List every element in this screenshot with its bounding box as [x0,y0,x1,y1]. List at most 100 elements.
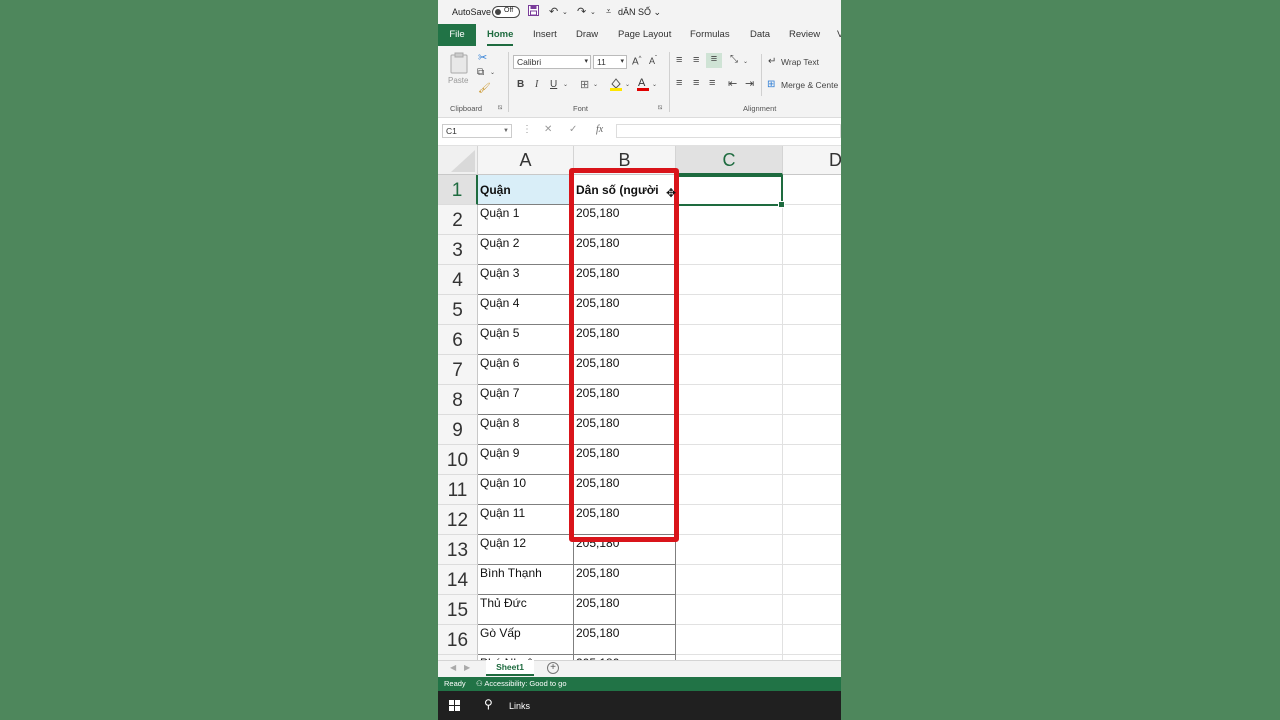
cell-empty[interactable] [676,295,783,325]
cut-icon[interactable]: ✂ [478,51,487,64]
taskbar-links[interactable]: Links [509,701,530,711]
accessibility-status[interactable]: ⚇ Accessibility: Good to go [476,677,567,691]
cell-b1-header[interactable]: Dân số (người [574,175,676,205]
cell-district[interactable]: Quận 11 [478,505,574,535]
cell-population[interactable]: 205,180 [574,295,676,325]
cell-population[interactable]: 205,180 [574,325,676,355]
increase-indent-icon[interactable]: ⇥ [745,77,754,90]
redo-dropdown-icon[interactable]: ⌄ [590,8,596,16]
row-header[interactable]: 7 [438,355,478,385]
cell-empty[interactable] [676,625,783,655]
orientation-dropdown-icon[interactable]: ⌄ [743,58,748,65]
sheet-tab-sheet1[interactable]: Sheet1 [486,660,534,676]
format-painter-icon[interactable]: 🖌 [478,83,491,94]
cell-population[interactable]: 205,180 [574,505,676,535]
cell-empty[interactable] [676,205,783,235]
row-header[interactable]: 16 [438,625,478,655]
column-header-b[interactable]: B [574,146,676,175]
paste-label[interactable]: Paste [448,76,468,85]
row-header[interactable]: 14 [438,565,478,595]
font-color-icon[interactable]: A [637,76,649,93]
cell-empty[interactable] [676,325,783,355]
cell-empty[interactable] [783,205,841,235]
cell-empty[interactable] [783,325,841,355]
tab-insert[interactable]: Insert [533,29,557,40]
underline-dropdown-icon[interactable]: ⌄ [563,81,568,88]
cell-population[interactable]: 205,180 [574,535,676,565]
tab-data[interactable]: Data [750,29,770,40]
cell-a1-header[interactable]: Quận [478,175,574,205]
cell-empty[interactable] [783,445,841,475]
customize-qa-icon[interactable]: ⩡ [606,6,611,17]
cell-empty[interactable] [783,415,841,445]
clipboard-launcher-icon[interactable]: ⧅ [498,104,502,112]
save-icon[interactable] [528,5,539,19]
tab-review[interactable]: Review [789,29,820,40]
select-all-button[interactable] [438,146,478,175]
cell-empty[interactable] [676,535,783,565]
row-header[interactable]: 5 [438,295,478,325]
copy-dropdown-icon[interactable]: ⌄ [490,69,495,76]
cell-empty[interactable] [676,445,783,475]
cell-empty[interactable] [676,565,783,595]
fill-color-dropdown-icon[interactable]: ⌄ [625,81,630,88]
cell-population[interactable]: 205,180 [574,265,676,295]
merge-center-icon[interactable]: ⊞ [767,79,775,90]
row-header[interactable]: 9 [438,415,478,445]
cell-district[interactable]: Bình Thạnh [478,565,574,595]
cell-empty[interactable] [676,265,783,295]
cell-district[interactable]: Quận 6 [478,355,574,385]
wrap-text-button[interactable]: Wrap Text [781,57,819,67]
column-header-c[interactable]: C [676,146,783,175]
copy-icon[interactable]: ⧉ [477,67,484,78]
cell-district[interactable]: Quận 10 [478,475,574,505]
cell-empty[interactable] [783,565,841,595]
align-center-icon[interactable]: ≡ [693,77,699,89]
tab-home[interactable]: Home [487,29,514,46]
tab-formulas[interactable]: Formulas [690,29,730,40]
row-header[interactable]: 1 [438,175,478,205]
row-header[interactable]: 12 [438,505,478,535]
cell-empty[interactable] [783,295,841,325]
wrap-text-icon[interactable]: ↵ [768,56,776,67]
cell-empty[interactable] [783,595,841,625]
font-name-select[interactable]: Calibri ▾ [513,55,591,69]
cell-empty[interactable] [783,625,841,655]
underline-button[interactable]: U [550,79,557,90]
cell-empty[interactable] [783,265,841,295]
cell-population[interactable]: 205,180 [574,565,676,595]
cell-district[interactable]: Thủ Đức [478,595,574,625]
redo-icon[interactable]: ↷ [577,5,586,18]
bold-button[interactable]: B [517,79,524,90]
cell-empty[interactable] [783,385,841,415]
title-chevron-icon[interactable]: ⌄ [651,7,661,17]
undo-icon[interactable]: ↶ [549,5,558,18]
cell-district[interactable]: Quận 8 [478,415,574,445]
document-title[interactable]: dÂN SỐ [618,7,651,17]
fill-color-icon[interactable] [610,77,622,93]
cell-population[interactable]: 205,180 [574,235,676,265]
prev-sheet-icon[interactable]: ◀ [450,663,456,672]
cell-empty[interactable] [676,235,783,265]
row-header[interactable]: 3 [438,235,478,265]
cell-empty[interactable] [676,475,783,505]
cell-population[interactable]: 205,180 [574,385,676,415]
column-header-a[interactable]: A [478,146,574,175]
increase-font-icon[interactable]: A^ [632,56,642,67]
cell-population[interactable]: 205,180 [574,355,676,385]
formula-input[interactable] [616,124,841,138]
decrease-font-icon[interactable]: Aˇ [649,56,657,66]
row-header[interactable]: 15 [438,595,478,625]
cell-empty[interactable] [783,235,841,265]
cell-empty[interactable] [783,535,841,565]
align-right-icon[interactable]: ≡ [709,77,715,89]
cell-empty[interactable] [676,385,783,415]
cell-district[interactable]: Quận 7 [478,385,574,415]
enter-icon[interactable]: ✓ [569,124,577,135]
cell-district[interactable]: Quận 4 [478,295,574,325]
row-header[interactable]: 6 [438,325,478,355]
column-header-d[interactable]: D [783,146,841,175]
font-size-select[interactable]: 11 ▾ [593,55,627,69]
paste-icon[interactable] [450,52,468,76]
tab-view[interactable]: V [837,29,841,40]
